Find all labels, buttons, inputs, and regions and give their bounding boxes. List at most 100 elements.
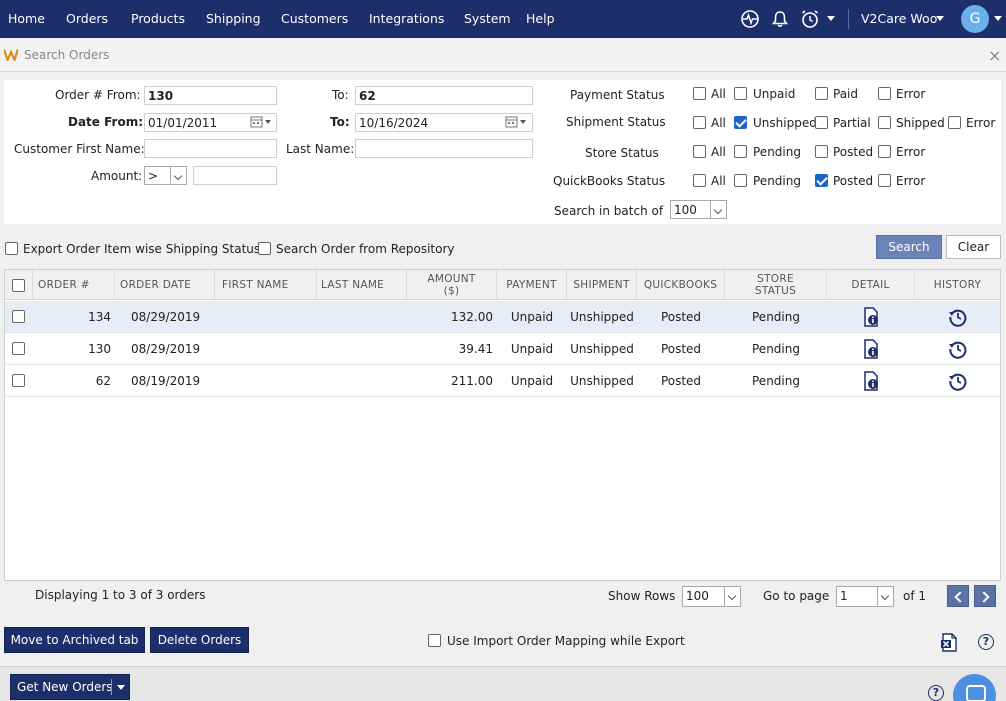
quickbooks-posted-label: Posted (833, 174, 874, 188)
select-all-checkbox[interactable] (12, 278, 25, 292)
col-last-name[interactable]: LAST NAME (317, 270, 407, 300)
clear-button[interactable]: Clear (946, 235, 1001, 259)
row-select-checkbox[interactable] (12, 310, 25, 323)
next-page-button[interactable] (974, 585, 996, 607)
store-error-checkbox[interactable] (878, 145, 891, 158)
payment-all-checkbox[interactable] (693, 87, 706, 100)
split-divider (111, 679, 112, 695)
cell-store-status: Pending (752, 310, 800, 324)
delete-orders-button[interactable]: Delete Orders (150, 627, 249, 653)
store-pending-checkbox[interactable] (734, 145, 747, 158)
search-button[interactable]: Search (876, 235, 942, 259)
order-history-icon[interactable] (948, 339, 968, 359)
first-name-label: Customer First Name: (14, 142, 145, 156)
cell-payment: Unpaid (510, 374, 554, 388)
alarm-clock-icon[interactable] (800, 9, 820, 29)
col-first-name[interactable]: FIRST NAME (215, 270, 317, 300)
nav-customers[interactable]: Customers (281, 11, 348, 26)
col-order-date[interactable]: ORDER DATE (115, 270, 215, 300)
help-icon[interactable]: ? (978, 634, 994, 650)
alarm-dropdown-caret-icon[interactable] (827, 16, 835, 21)
store-posted-checkbox[interactable] (815, 145, 828, 158)
shipment-unshipped-checkbox[interactable] (734, 116, 747, 129)
notification-bell-icon[interactable] (770, 9, 790, 29)
last-name-input[interactable] (355, 139, 533, 158)
payment-error-checkbox[interactable] (878, 87, 891, 100)
nav-orders[interactable]: Orders (66, 11, 108, 26)
col-payment[interactable]: PAYMENT (497, 270, 567, 300)
store-status-label: Store Status (585, 146, 659, 160)
col-first-name-label: FIRST NAME (222, 279, 289, 291)
account-dropdown-caret-icon[interactable] (936, 16, 944, 21)
nav-integrations[interactable]: Integrations (369, 11, 444, 26)
activity-icon[interactable] (740, 9, 760, 29)
payment-unpaid-checkbox[interactable] (734, 87, 747, 100)
date-from-calendar-icon[interactable] (249, 113, 277, 132)
nav-home[interactable]: Home (8, 11, 45, 26)
nav-products[interactable]: Products (131, 11, 185, 26)
row-select-checkbox[interactable] (12, 342, 25, 355)
shipment-shipped-checkbox[interactable] (878, 116, 891, 129)
export-excel-icon[interactable] (940, 633, 959, 652)
col-shipment[interactable]: SHIPMENT (567, 270, 637, 300)
search-repository-checkbox[interactable] (258, 242, 271, 255)
use-import-mapping-checkbox[interactable] (428, 634, 441, 647)
show-rows-select[interactable]: 100 (682, 586, 741, 607)
close-icon[interactable]: × (988, 46, 1001, 65)
payment-paid-checkbox[interactable] (815, 87, 828, 100)
shipment-all-checkbox[interactable] (693, 116, 706, 129)
col-quickbooks[interactable]: QUICKBOOKS (637, 270, 725, 300)
quickbooks-error-checkbox[interactable] (878, 174, 891, 187)
order-from-input[interactable]: 130 (144, 86, 277, 105)
chevron-down-icon[interactable] (117, 685, 125, 690)
batch-size-select[interactable]: 100 (670, 200, 727, 219)
shipment-error-checkbox[interactable] (948, 116, 961, 129)
order-detail-icon[interactable] (862, 307, 880, 327)
order-detail-icon[interactable] (862, 371, 880, 391)
col-order-number[interactable]: ORDER # (33, 270, 115, 300)
nav-help[interactable]: Help (526, 11, 555, 26)
use-import-mapping-label: Use Import Order Mapping while Export (447, 634, 685, 648)
account-switcher[interactable]: V2Care Woo (861, 11, 937, 26)
shipment-partial-checkbox[interactable] (815, 116, 828, 129)
table-row[interactable]: 130 08/29/2019 39.41 Unpaid Unshipped Posted P… (5, 333, 1000, 365)
bottom-help-icon[interactable]: ? (928, 685, 944, 701)
goto-page-input[interactable]: 1 (836, 586, 894, 607)
store-all-checkbox[interactable] (693, 145, 706, 158)
cell-order-number[interactable]: 130 (33, 333, 111, 365)
table-row[interactable]: 134 08/29/2019 132.00 Unpaid Unshipped Posted… (5, 301, 1000, 333)
payment-paid-label: Paid (833, 87, 859, 101)
first-name-input[interactable] (144, 139, 277, 158)
nav-shipping[interactable]: Shipping (206, 11, 261, 26)
export-item-wise-checkbox[interactable] (5, 242, 18, 255)
order-history-icon[interactable] (948, 371, 968, 391)
order-detail-icon[interactable] (862, 339, 880, 359)
order-history-icon[interactable] (948, 307, 968, 327)
user-avatar[interactable]: G (961, 5, 989, 33)
amount-operator-select[interactable]: > (144, 166, 187, 185)
quickbooks-pending-checkbox[interactable] (734, 174, 747, 187)
get-new-orders-label: Get New Orders (17, 680, 113, 694)
get-new-orders-button[interactable]: Get New Orders (10, 674, 130, 700)
table-row[interactable]: 62 08/19/2019 211.00 Unpaid Unshipped Posted P… (5, 365, 1000, 397)
col-detail: DETAIL (827, 270, 915, 300)
nav-system[interactable]: System (464, 11, 511, 26)
cell-shipment: Unshipped (570, 342, 634, 356)
date-to-calendar-icon[interactable] (504, 113, 532, 132)
user-menu-caret-icon[interactable] (994, 16, 1002, 21)
amount-input[interactable] (193, 166, 277, 185)
move-to-archived-button[interactable]: Move to Archived tab (4, 627, 145, 653)
row-select-checkbox[interactable] (12, 374, 25, 387)
cell-first-name (222, 301, 312, 333)
quickbooks-posted-checkbox[interactable] (815, 174, 828, 187)
cell-shipment: Unshipped (570, 374, 634, 388)
cell-order-number[interactable]: 62 (33, 365, 111, 397)
col-amount[interactable]: AMOUNT ($) (407, 270, 497, 300)
col-store-status[interactable]: STORE STATUS (725, 270, 827, 300)
cell-order-number[interactable]: 134 (33, 301, 111, 333)
cell-quickbooks: Posted (660, 374, 702, 388)
order-to-input[interactable]: 62 (355, 86, 533, 105)
store-posted-label: Posted (833, 145, 874, 159)
quickbooks-all-checkbox[interactable] (693, 174, 706, 187)
previous-page-button[interactable] (947, 585, 969, 607)
